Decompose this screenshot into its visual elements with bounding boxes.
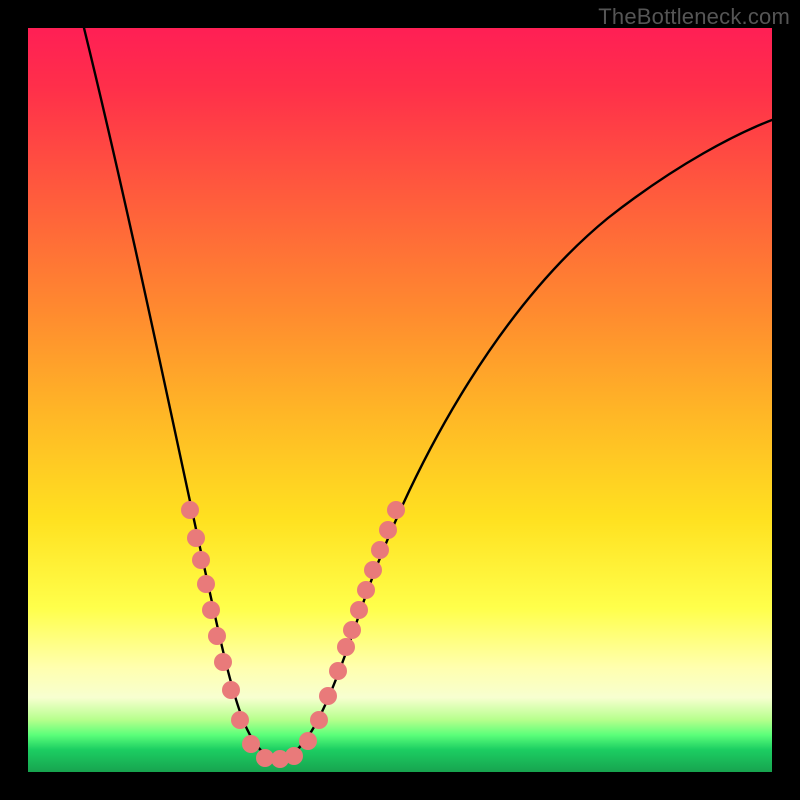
curve-marker	[214, 653, 232, 671]
curve-marker	[242, 735, 260, 753]
curve-marker	[387, 501, 405, 519]
curve-markers	[181, 501, 405, 768]
curve-marker	[231, 711, 249, 729]
curve-marker	[192, 551, 210, 569]
curve-marker	[319, 687, 337, 705]
curve-marker	[197, 575, 215, 593]
curve-marker	[337, 638, 355, 656]
curve-marker	[202, 601, 220, 619]
curve-svg	[28, 28, 772, 772]
curve-marker	[350, 601, 368, 619]
curve-marker	[285, 747, 303, 765]
curve-marker	[187, 529, 205, 547]
curve-marker	[364, 561, 382, 579]
curve-marker	[310, 711, 328, 729]
chart-frame: TheBottleneck.com	[0, 0, 800, 800]
bottleneck-curve-path	[84, 28, 772, 759]
plot-area	[28, 28, 772, 772]
curve-marker	[329, 662, 347, 680]
curve-marker	[208, 627, 226, 645]
curve-marker	[299, 732, 317, 750]
curve-marker	[343, 621, 361, 639]
curve-marker	[222, 681, 240, 699]
curve-marker	[379, 521, 397, 539]
curve-marker	[371, 541, 389, 559]
watermark-text: TheBottleneck.com	[598, 4, 790, 30]
curve-marker	[357, 581, 375, 599]
curve-marker	[181, 501, 199, 519]
